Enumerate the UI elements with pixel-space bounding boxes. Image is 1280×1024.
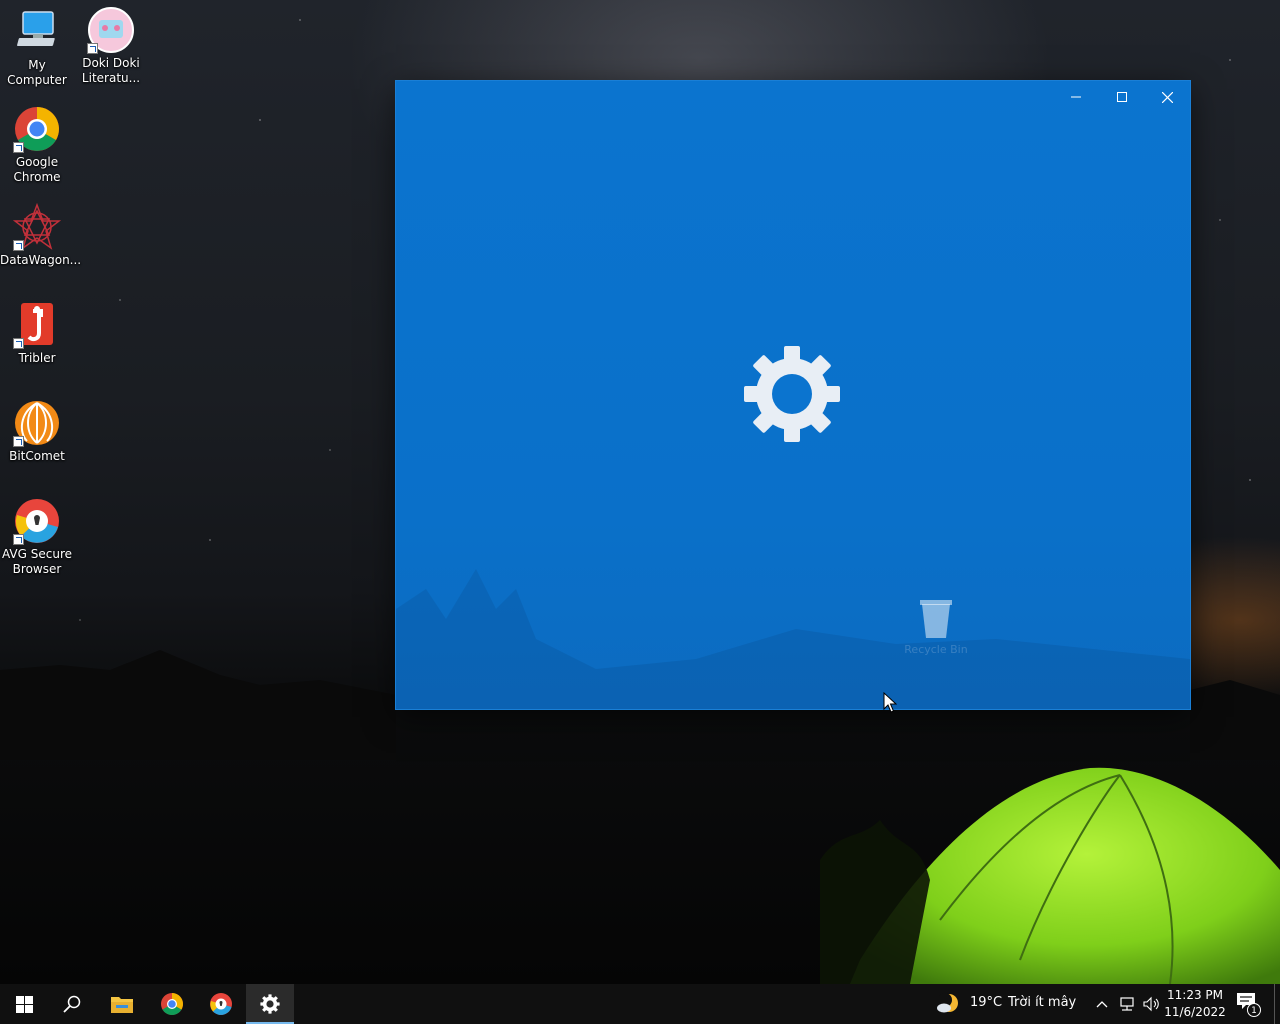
taskbar-file-explorer[interactable] xyxy=(98,984,146,1024)
notification-count-badge: 1 xyxy=(1247,1003,1261,1017)
desktop-icon-tribler[interactable]: Tribler xyxy=(0,301,74,366)
taskbar-avg-browser[interactable] xyxy=(197,984,245,1024)
volume-button[interactable] xyxy=(1142,996,1160,1012)
green-tent xyxy=(820,767,1280,984)
show-hidden-icons-button[interactable] xyxy=(1094,996,1110,1012)
minimize-button[interactable] xyxy=(1053,81,1099,113)
taskbar: 19°C Trời ít mây 11:23 PM 11/6/2022 1 xyxy=(0,984,1280,1024)
shortcut-arrow-icon xyxy=(13,436,24,447)
shortcut-arrow-icon xyxy=(87,43,98,54)
search-button[interactable] xyxy=(48,984,96,1024)
clock-time: 11:23 PM xyxy=(1167,988,1223,1002)
settings-gear-icon xyxy=(260,994,280,1014)
network-icon xyxy=(1120,997,1134,1011)
shortcut-arrow-icon xyxy=(13,142,24,153)
maximize-icon xyxy=(1117,92,1127,102)
shortcut-arrow-icon xyxy=(13,240,24,251)
desktop-icon-datawagon[interactable]: DataWagon... xyxy=(0,202,81,268)
taskbar-chrome[interactable] xyxy=(148,984,196,1024)
start-button[interactable] xyxy=(0,984,48,1024)
gear-icon xyxy=(744,346,840,442)
clock-date: 11/6/2022 xyxy=(1164,1005,1226,1019)
close-button[interactable] xyxy=(1144,81,1190,113)
action-center-button[interactable]: 1 xyxy=(1236,992,1262,1018)
shortcut-arrow-icon xyxy=(13,338,24,349)
desktop-icon-my-computer[interactable]: My Computer xyxy=(0,8,74,88)
file-explorer-icon xyxy=(111,997,133,1013)
volume-icon xyxy=(1143,996,1159,1012)
recycle-bin-icon xyxy=(920,600,952,638)
shortcut-arrow-icon xyxy=(13,534,24,545)
chrome-icon xyxy=(161,993,183,1015)
start-icon xyxy=(15,995,33,1013)
desktop-icon-bitcomet[interactable]: BitComet xyxy=(0,399,74,464)
show-desktop-button[interactable] xyxy=(1274,984,1275,1024)
desktop-icon-avg-secure-browser[interactable]: AVG Secure Browser xyxy=(0,497,74,577)
network-button[interactable] xyxy=(1118,996,1136,1012)
ghost-background-landscape xyxy=(396,569,1190,709)
mouse-cursor-icon xyxy=(883,692,897,713)
chevron-up-icon xyxy=(1096,1001,1108,1008)
weather-temperature[interactable]: 19°C xyxy=(970,995,1002,1010)
desktop-icon-google-chrome[interactable]: Google Chrome xyxy=(0,105,74,185)
weather-widget[interactable] xyxy=(936,992,960,1016)
taskbar-settings[interactable] xyxy=(246,984,294,1024)
desktop-icon-doki-doki[interactable]: Doki Doki Literatu... xyxy=(74,6,148,86)
close-icon xyxy=(1161,91,1173,103)
ghost-recycle-bin: Recycle Bin xyxy=(901,596,971,656)
taskbar-clock[interactable]: 11:23 PM 11/6/2022 xyxy=(1162,987,1228,1021)
weather-moon-cloud-icon xyxy=(937,993,958,1013)
search-icon xyxy=(63,995,81,1013)
desktop: My Computer Doki Doki Literatu... Google… xyxy=(0,0,1280,984)
settings-window[interactable]: Recycle Bin xyxy=(396,81,1190,709)
maximize-button[interactable] xyxy=(1099,81,1145,113)
avg-browser-icon xyxy=(210,993,232,1015)
minimize-icon xyxy=(1071,96,1081,98)
computer-icon xyxy=(17,11,55,46)
weather-condition[interactable]: Trời ít mây xyxy=(1008,995,1076,1010)
